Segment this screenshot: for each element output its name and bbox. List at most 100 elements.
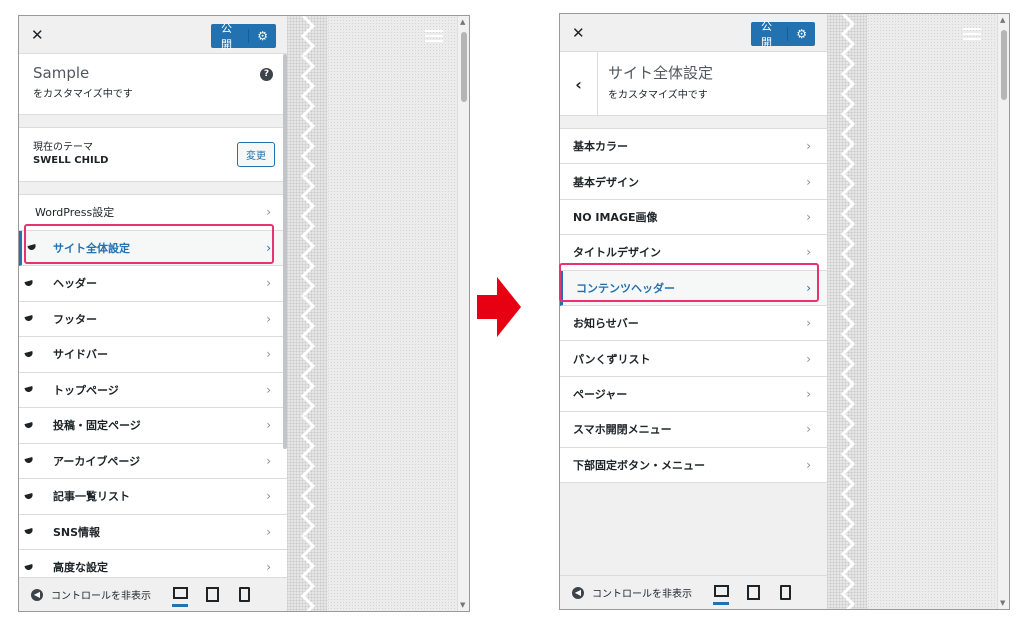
menu-item-label: スマホ開閉メニュー bbox=[573, 423, 672, 437]
menu-item-no-image[interactable]: NO IMAGE画像 › bbox=[560, 199, 827, 236]
collapse-controls-label[interactable]: コントロールを非表示 bbox=[592, 585, 697, 600]
menu-item-label: 記事一覧リスト bbox=[53, 490, 130, 504]
close-icon[interactable]: ✕ bbox=[31, 26, 44, 44]
menu-item-label: 高度な設定 bbox=[53, 561, 108, 575]
mobile-preview-icon[interactable] bbox=[777, 584, 793, 602]
chevron-right-icon: › bbox=[806, 457, 811, 472]
hamburger-menu-icon[interactable] bbox=[425, 30, 443, 45]
scroll-up-icon[interactable]: ▲ bbox=[1000, 16, 1005, 24]
site-preview: ▲ ▼ bbox=[287, 16, 469, 611]
gear-icon[interactable]: ⚙ bbox=[787, 27, 807, 41]
current-theme-box: 現在のテーマ SWELL CHILD 変更 bbox=[19, 127, 287, 182]
leaf-icon bbox=[24, 350, 34, 358]
menu-item-fixed-bottom-menu[interactable]: 下部固定ボタン・メニュー › bbox=[560, 447, 827, 483]
chevron-right-icon: › bbox=[266, 560, 271, 575]
desktop-preview-icon[interactable] bbox=[172, 583, 188, 607]
menu-item-top-page[interactable]: トップページ › bbox=[19, 372, 287, 408]
hamburger-menu-icon[interactable] bbox=[963, 28, 981, 43]
close-icon[interactable]: ✕ bbox=[572, 24, 585, 42]
help-icon[interactable]: ? bbox=[260, 68, 273, 81]
menu-item-sidebar[interactable]: サイドバー › bbox=[19, 337, 287, 373]
leaf-icon bbox=[24, 421, 34, 429]
customizer-footer: ◀ コントロールを非表示 bbox=[19, 577, 287, 611]
chevron-right-icon: › bbox=[806, 316, 811, 331]
collapse-controls-label[interactable]: コントロールを非表示 bbox=[51, 587, 156, 602]
menu-item-label: フッター bbox=[53, 312, 97, 326]
menu-item-content-header[interactable]: コンテンツヘッダー › bbox=[560, 270, 827, 306]
menu-item-label: NO IMAGE画像 bbox=[573, 210, 658, 224]
menu-item-site-settings[interactable]: サイト全体設定 › bbox=[19, 230, 287, 266]
leaf-icon bbox=[24, 492, 34, 500]
menu-item-notice-bar[interactable]: お知らせバー › bbox=[560, 305, 827, 342]
desktop-preview-icon[interactable] bbox=[713, 581, 729, 605]
mobile-preview-icon[interactable] bbox=[236, 586, 252, 604]
menu-item-sns-info[interactable]: SNS情報 › bbox=[19, 514, 287, 550]
customizer-header: ✕ 公開 ⚙ bbox=[19, 16, 287, 54]
leaf-icon bbox=[24, 457, 34, 465]
menu-item-label: アーカイブページ bbox=[53, 454, 141, 468]
customizer-panel: ✕ 公開 ⚙ ‹ サイト全体設定 をカスタマイズ中です 基本カラー › 基本デザ… bbox=[560, 14, 827, 609]
section-title-box: ‹ サイト全体設定 をカスタマイズ中です bbox=[560, 52, 827, 116]
menu-item-wordpress-settings[interactable]: WordPress設定 › bbox=[19, 195, 287, 231]
menu-item-pager[interactable]: ページャー › bbox=[560, 376, 827, 413]
scroll-up-icon[interactable]: ▲ bbox=[460, 18, 465, 26]
chevron-right-icon: › bbox=[806, 280, 811, 295]
menu-item-breadcrumb[interactable]: パンくずリスト › bbox=[560, 341, 827, 377]
menu-item-footer[interactable]: フッター › bbox=[19, 301, 287, 337]
tablet-preview-icon[interactable] bbox=[204, 586, 220, 604]
menu-item-label: 基本カラー bbox=[573, 140, 628, 154]
scroll-down-icon[interactable]: ▼ bbox=[460, 601, 465, 609]
tablet-preview-icon[interactable] bbox=[745, 584, 761, 602]
publish-button[interactable]: 公開 ⚙ bbox=[211, 22, 276, 51]
menu-item-label: サイドバー bbox=[53, 348, 108, 362]
menu-item-label: お知らせバー bbox=[573, 317, 639, 331]
menu-item-header[interactable]: ヘッダー › bbox=[19, 266, 287, 302]
menu-item-mobile-menu[interactable]: スマホ開閉メニュー › bbox=[560, 412, 827, 448]
menu-item-label: サイト全体設定 bbox=[53, 241, 130, 255]
site-title: Sample bbox=[33, 64, 90, 82]
menu-item-post-list[interactable]: 記事一覧リスト › bbox=[19, 479, 287, 515]
scroll-thumb[interactable] bbox=[1001, 30, 1007, 100]
preview-scrollbar[interactable]: ▲ ▼ bbox=[457, 16, 469, 611]
menu-item-posts-pages[interactable]: 投稿・固定ページ › bbox=[19, 408, 287, 444]
collapse-icon[interactable]: ◀ bbox=[572, 586, 584, 599]
customizing-text: をカスタマイズ中です bbox=[33, 89, 133, 100]
gear-icon[interactable]: ⚙ bbox=[248, 29, 268, 43]
chevron-right-icon: › bbox=[266, 347, 271, 362]
collapse-icon[interactable]: ◀ bbox=[31, 588, 43, 601]
preview-scrollbar[interactable]: ▲ ▼ bbox=[997, 14, 1009, 609]
chevron-right-icon: › bbox=[806, 386, 811, 401]
chevron-right-icon: › bbox=[806, 245, 811, 260]
customizer-footer: ◀ コントロールを非表示 bbox=[560, 575, 827, 609]
scroll-down-icon[interactable]: ▼ bbox=[1000, 599, 1005, 607]
menu-item-archive-page[interactable]: アーカイブページ › bbox=[19, 443, 287, 479]
chevron-right-icon: › bbox=[266, 311, 271, 326]
publish-button[interactable]: 公開 ⚙ bbox=[751, 20, 815, 49]
menu-item-label: 下部固定ボタン・メニュー bbox=[573, 458, 705, 472]
leaf-icon bbox=[24, 315, 34, 323]
chevron-right-icon: › bbox=[806, 139, 811, 154]
customizer-header: ✕ 公開 ⚙ bbox=[560, 14, 827, 52]
menu-item-basic-design[interactable]: 基本デザイン › bbox=[560, 164, 827, 200]
publish-label: 公開 bbox=[761, 20, 772, 49]
back-icon[interactable]: ‹ bbox=[560, 52, 598, 116]
chevron-right-icon: › bbox=[266, 382, 271, 397]
customizer-menu: WordPress設定 › サイト全体設定 › ヘッダー › フッター › サイ… bbox=[19, 194, 287, 586]
menu-item-label: コンテンツヘッダー bbox=[576, 281, 675, 295]
menu-item-label: WordPress設定 bbox=[35, 206, 115, 220]
change-theme-button[interactable]: 変更 bbox=[237, 142, 275, 167]
menu-item-title-design[interactable]: タイトルデザイン › bbox=[560, 235, 827, 271]
publish-label: 公開 bbox=[221, 22, 232, 51]
customizer-screenshot-site-settings: ✕ 公開 ⚙ ‹ サイト全体設定 をカスタマイズ中です 基本カラー › 基本デザ… bbox=[559, 13, 1010, 610]
chevron-right-icon: › bbox=[266, 453, 271, 468]
menu-item-label: トップページ bbox=[53, 383, 119, 397]
scroll-thumb[interactable] bbox=[461, 32, 467, 102]
menu-item-label: パンくずリスト bbox=[573, 352, 651, 366]
leaf-icon bbox=[27, 244, 37, 252]
leaf-icon bbox=[24, 386, 34, 394]
preview-content bbox=[327, 16, 457, 611]
menu-item-basic-color[interactable]: 基本カラー › bbox=[560, 129, 827, 165]
menu-item-label: ヘッダー bbox=[53, 277, 97, 291]
preview-content bbox=[867, 14, 997, 609]
chevron-right-icon: › bbox=[266, 276, 271, 291]
